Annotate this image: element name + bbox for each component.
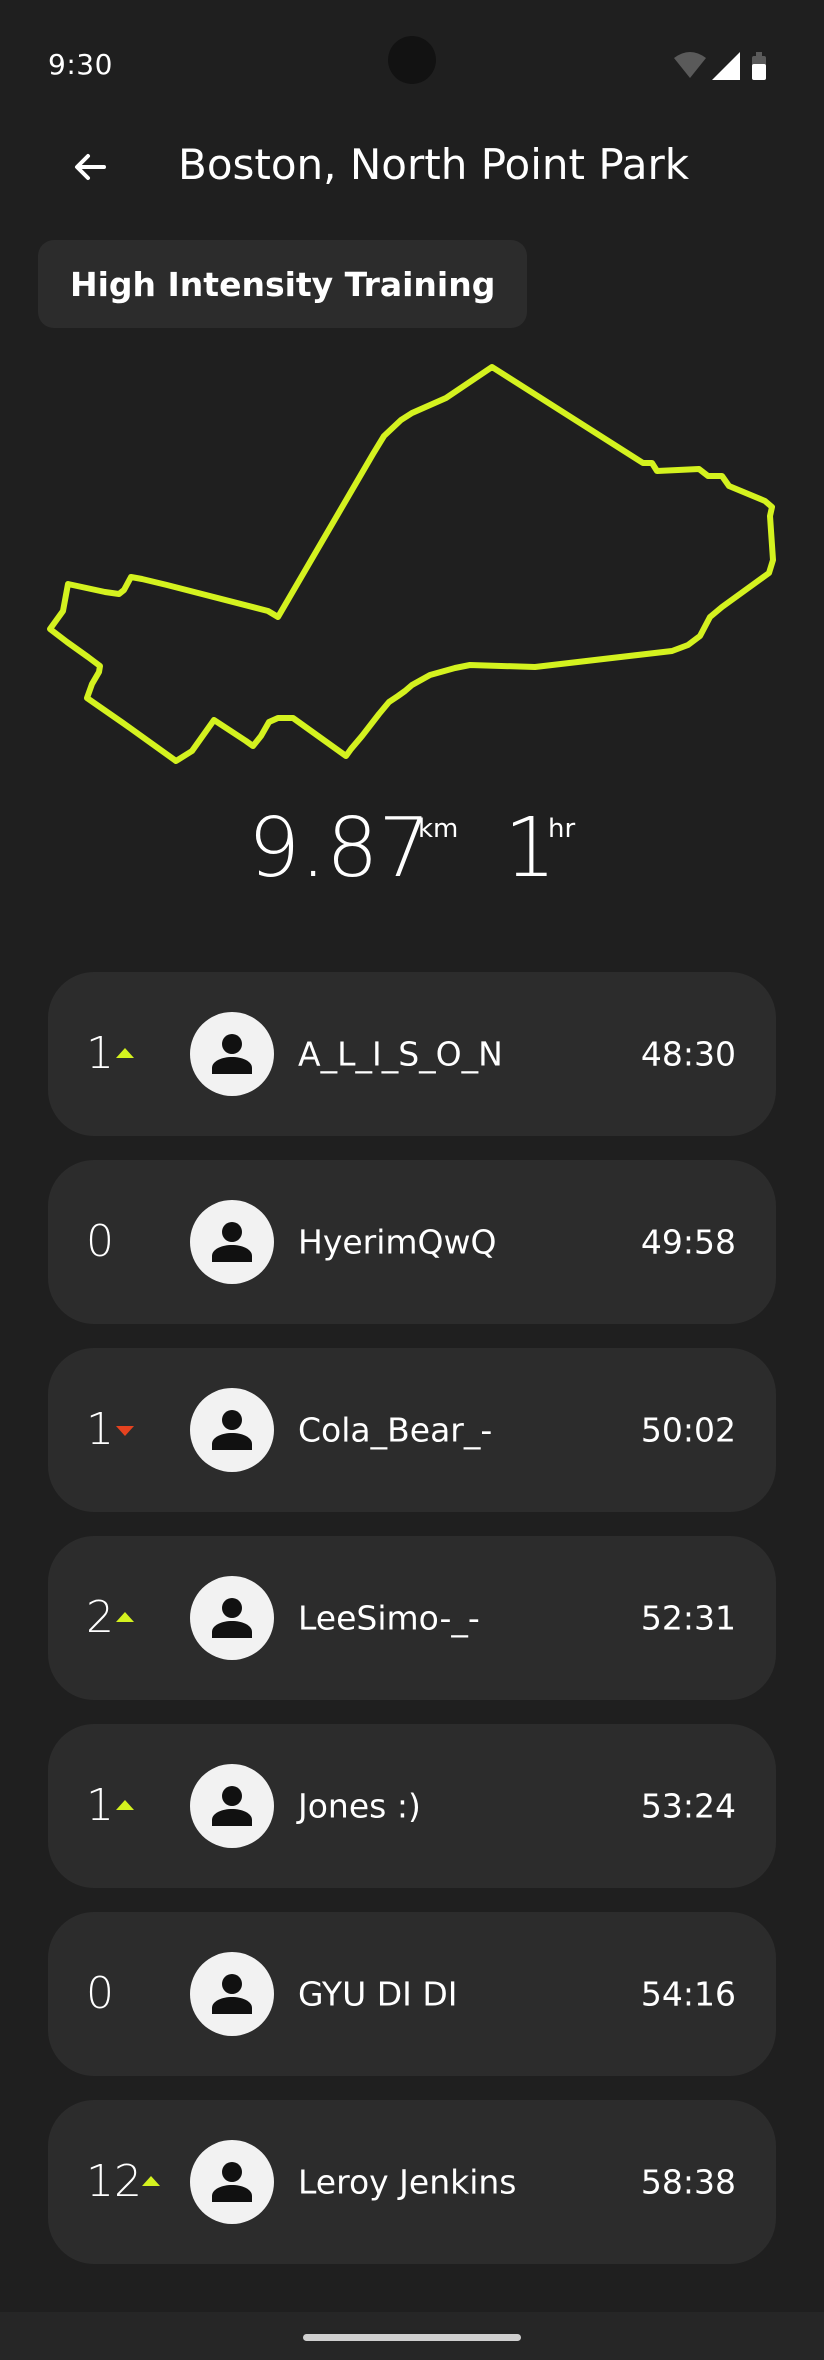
rank-change: 0 <box>86 1968 114 2019</box>
runner-name: A_L_I_S_O_N <box>298 1034 503 1074</box>
camera-cutout <box>388 36 436 84</box>
person-icon <box>212 1598 252 1638</box>
rank-change: 1 <box>86 1780 114 1831</box>
runner-name: LeeSimo-_- <box>298 1598 480 1638</box>
avatar <box>190 1764 274 1848</box>
trend-up-icon <box>116 1612 134 1622</box>
runner-name: GYU DI DI <box>298 1974 458 2014</box>
leaderboard-row[interactable]: 0 HyerimQwQ 49:58 <box>48 1160 776 1324</box>
runner-name: Cola_Bear_- <box>298 1410 493 1450</box>
runner-name: Jones :) <box>298 1786 421 1826</box>
person-icon <box>212 1034 252 1074</box>
avatar <box>190 2140 274 2224</box>
person-icon <box>212 1410 252 1450</box>
person-icon <box>212 2162 252 2202</box>
route-map <box>47 364 776 764</box>
leaderboard-row[interactable]: 12 Leroy Jenkins 58:38 <box>48 2100 776 2264</box>
run-time: 52:31 <box>640 1598 736 1638</box>
avatar <box>190 1200 274 1284</box>
leaderboard-row[interactable]: 1 Cola_Bear_- 50:02 <box>48 1348 776 1512</box>
person-icon <box>212 1974 252 2014</box>
arrow-left-icon <box>75 154 106 180</box>
leaderboard-row[interactable]: 2 LeeSimo-_- 52:31 <box>48 1536 776 1700</box>
trend-up-icon <box>142 2176 160 2186</box>
run-time: 49:58 <box>640 1222 736 1262</box>
screen: 9:30 Boston, North Point Park High Inten… <box>0 0 824 2360</box>
wifi-icon <box>674 52 706 78</box>
leaderboard-row[interactable]: 1 Jones :) 53:24 <box>48 1724 776 1888</box>
avatar <box>190 1576 274 1660</box>
leaderboard-row[interactable]: 0 GYU DI DI 54:16 <box>48 1912 776 2076</box>
avatar <box>190 1012 274 1096</box>
run-time: 58:38 <box>640 2162 736 2202</box>
trend-down-icon <box>116 1426 134 1436</box>
rank-change: 12 <box>86 2156 142 2207</box>
trend-up-icon <box>116 1048 134 1058</box>
distance-value: 9.87 <box>248 801 431 896</box>
status-bar: 9:30 <box>0 0 824 120</box>
cellular-signal-icon <box>712 52 740 80</box>
trend-up-icon <box>116 1800 134 1810</box>
duration-unit: hr <box>548 814 576 844</box>
route-path <box>47 364 776 764</box>
battery-icon <box>752 52 766 80</box>
rank-change: 1 <box>86 1028 114 1079</box>
run-stats: 9.87 km 1 hr <box>0 800 824 910</box>
back-button[interactable] <box>58 135 122 199</box>
leaderboard-row[interactable]: 1 A_L_I_S_O_N 48:30 <box>48 972 776 1136</box>
app-bar: Boston, North Point Park <box>0 110 824 220</box>
run-time: 48:30 <box>640 1034 736 1074</box>
distance-unit: km <box>418 814 459 844</box>
run-time: 53:24 <box>640 1786 736 1826</box>
run-time: 50:02 <box>640 1410 736 1450</box>
leaderboard-list: 1 A_L_I_S_O_N 48:30 0 HyerimQwQ 49:58 1 Cola_Be… <box>48 972 776 2288</box>
runner-name: Leroy Jenkins <box>298 2162 517 2202</box>
runner-name: HyerimQwQ <box>298 1222 497 1262</box>
run-time: 54:16 <box>640 1974 736 2014</box>
status-icons <box>674 52 766 80</box>
avatar <box>190 1952 274 2036</box>
status-time: 9:30 <box>48 48 113 81</box>
avatar <box>190 1388 274 1472</box>
person-icon <box>212 1222 252 1262</box>
person-icon <box>212 1786 252 1826</box>
rank-change: 2 <box>86 1592 114 1643</box>
page-title: Boston, North Point Park <box>178 140 690 189</box>
navigation-bar <box>0 2312 824 2360</box>
home-indicator[interactable] <box>303 2334 521 2341</box>
rank-change: 0 <box>86 1216 114 1267</box>
training-type-chip[interactable]: High Intensity Training <box>38 240 528 328</box>
rank-change: 1 <box>86 1404 114 1455</box>
